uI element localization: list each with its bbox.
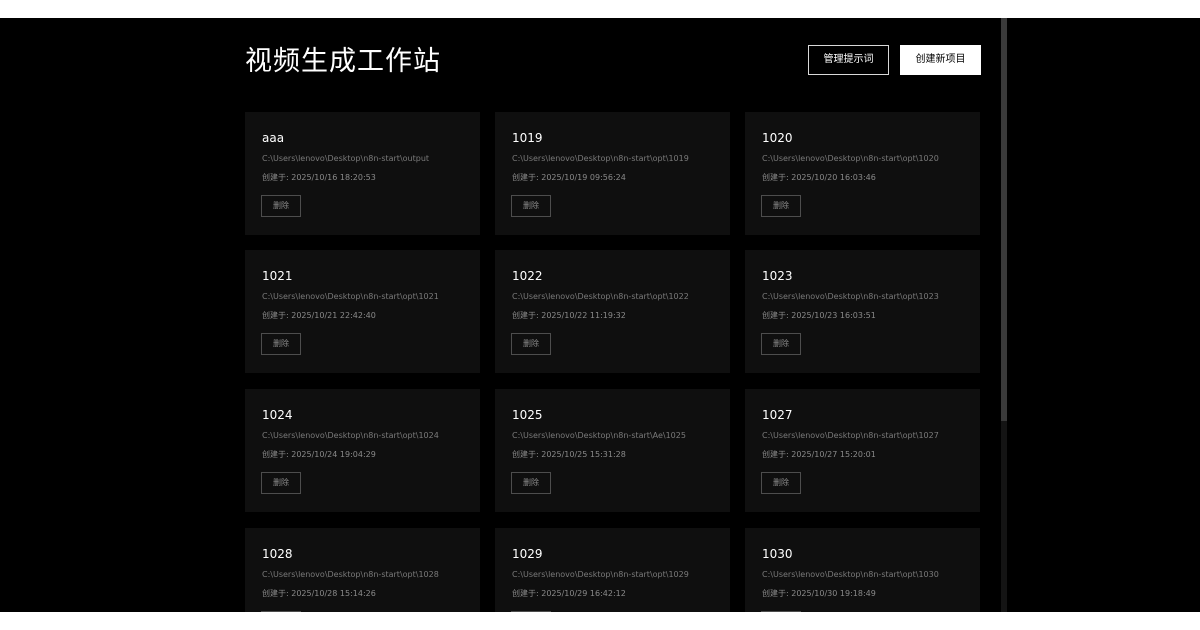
project-created-date: 创建于: 2025/10/27 15:20:01 [762, 450, 876, 459]
project-path: C:\Users\lenovo\Desktop\n8n-start\opt\10… [262, 431, 439, 440]
project-card[interactable]: 1021 C:\Users\lenovo\Desktop\n8n-start\o… [245, 250, 480, 373]
delete-project-button[interactable]: 删除 [761, 472, 801, 494]
project-card[interactable]: aaa C:\Users\lenovo\Desktop\n8n-start\ou… [245, 112, 480, 235]
project-name: 1019 [512, 131, 543, 145]
project-name: 1028 [262, 547, 293, 561]
project-created-date: 创建于: 2025/10/28 15:14:26 [262, 589, 376, 598]
delete-project-button[interactable]: 删除 [761, 195, 801, 217]
project-name: 1020 [762, 131, 793, 145]
project-path: C:\Users\lenovo\Desktop\n8n-start\opt\10… [762, 154, 939, 163]
project-name: 1021 [262, 269, 293, 283]
delete-project-button[interactable]: 删除 [261, 195, 301, 217]
project-path: C:\Users\lenovo\Desktop\n8n-start\opt\10… [762, 570, 939, 579]
project-name: 1027 [762, 408, 793, 422]
project-card[interactable]: 1030 C:\Users\lenovo\Desktop\n8n-start\o… [745, 528, 980, 612]
project-card[interactable]: 1029 C:\Users\lenovo\Desktop\n8n-start\o… [495, 528, 730, 612]
project-created-date: 创建于: 2025/10/22 11:19:32 [512, 311, 626, 320]
project-path: C:\Users\lenovo\Desktop\n8n-start\opt\10… [262, 570, 439, 579]
create-project-button[interactable]: 创建新项目 [900, 45, 981, 75]
project-card[interactable]: 1023 C:\Users\lenovo\Desktop\n8n-start\o… [745, 250, 980, 373]
project-name: aaa [262, 131, 285, 145]
page-header: 视频生成工作站 管理提示词 创建新项目 [245, 44, 981, 84]
delete-project-button[interactable]: 删除 [261, 472, 301, 494]
delete-project-button[interactable]: 删除 [261, 611, 301, 612]
project-card[interactable]: 1025 C:\Users\lenovo\Desktop\n8n-start\A… [495, 389, 730, 512]
delete-project-button[interactable]: 删除 [511, 611, 551, 612]
project-created-date: 创建于: 2025/10/19 09:56:24 [512, 173, 626, 182]
project-created-date: 创建于: 2025/10/23 16:03:51 [762, 311, 876, 320]
project-path: C:\Users\lenovo\Desktop\n8n-start\opt\10… [512, 570, 689, 579]
delete-project-button[interactable]: 删除 [511, 472, 551, 494]
manage-prompts-button[interactable]: 管理提示词 [808, 45, 889, 75]
delete-project-button[interactable]: 删除 [761, 333, 801, 355]
page-title: 视频生成工作站 [245, 46, 441, 77]
project-path: C:\Users\lenovo\Desktop\n8n-start\opt\10… [762, 431, 939, 440]
project-path: C:\Users\lenovo\Desktop\n8n-start\opt\10… [512, 154, 689, 163]
delete-project-button[interactable]: 删除 [261, 333, 301, 355]
scrollbar-thumb[interactable] [1001, 18, 1007, 421]
delete-project-button[interactable]: 删除 [761, 611, 801, 612]
project-card[interactable]: 1019 C:\Users\lenovo\Desktop\n8n-start\o… [495, 112, 730, 235]
project-created-date: 创建于: 2025/10/29 16:42:12 [512, 589, 626, 598]
project-card[interactable]: 1024 C:\Users\lenovo\Desktop\n8n-start\o… [245, 389, 480, 512]
delete-project-button[interactable]: 删除 [511, 195, 551, 217]
project-path: C:\Users\lenovo\Desktop\n8n-start\opt\10… [262, 292, 439, 301]
project-name: 1022 [512, 269, 543, 283]
project-card[interactable]: 1022 C:\Users\lenovo\Desktop\n8n-start\o… [495, 250, 730, 373]
project-created-date: 创建于: 2025/10/25 15:31:28 [512, 450, 626, 459]
project-path: C:\Users\lenovo\Desktop\n8n-start\opt\10… [762, 292, 939, 301]
delete-project-button[interactable]: 删除 [511, 333, 551, 355]
project-card[interactable]: 1027 C:\Users\lenovo\Desktop\n8n-start\o… [745, 389, 980, 512]
project-created-date: 创建于: 2025/10/16 18:20:53 [262, 173, 376, 182]
project-name: 1029 [512, 547, 543, 561]
project-created-date: 创建于: 2025/10/24 19:04:29 [262, 450, 376, 459]
project-name: 1030 [762, 547, 793, 561]
app-window: 视频生成工作站 管理提示词 创建新项目 aaa C:\Users\lenovo\… [0, 18, 1200, 612]
project-path: C:\Users\lenovo\Desktop\n8n-start\Ae\102… [512, 431, 686, 440]
project-path: C:\Users\lenovo\Desktop\n8n-start\opt\10… [512, 292, 689, 301]
project-card[interactable]: 1028 C:\Users\lenovo\Desktop\n8n-start\o… [245, 528, 480, 612]
project-name: 1023 [762, 269, 793, 283]
project-created-date: 创建于: 2025/10/21 22:42:40 [262, 311, 376, 320]
project-card[interactable]: 1020 C:\Users\lenovo\Desktop\n8n-start\o… [745, 112, 980, 235]
project-created-date: 创建于: 2025/10/30 19:18:49 [762, 589, 876, 598]
project-name: 1025 [512, 408, 543, 422]
project-path: C:\Users\lenovo\Desktop\n8n-start\output [262, 154, 430, 163]
project-created-date: 创建于: 2025/10/20 16:03:46 [762, 173, 876, 182]
project-name: 1024 [262, 408, 293, 422]
